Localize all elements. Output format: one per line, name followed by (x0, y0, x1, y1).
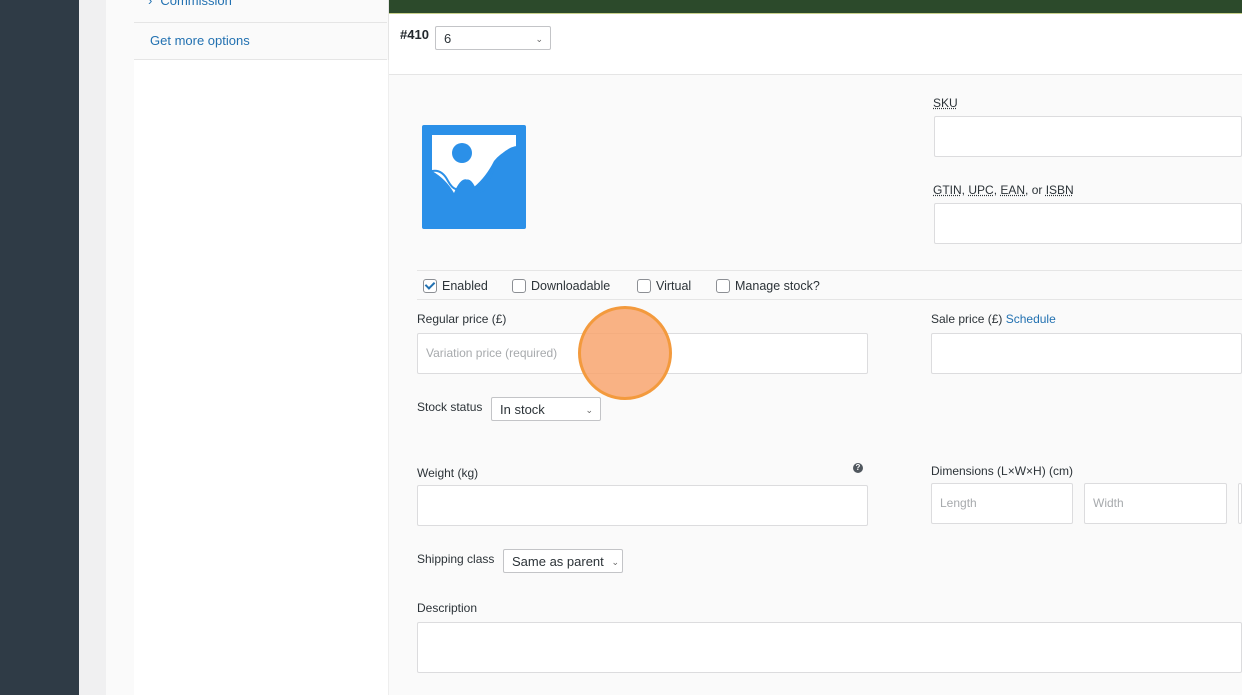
schedule-link[interactable]: Schedule (1006, 312, 1056, 326)
gtin-input[interactable] (934, 203, 1242, 244)
click-highlight (578, 306, 672, 400)
landscape-icon (431, 143, 517, 219)
checkbox-checked-icon (423, 279, 437, 293)
variation-id: #410 (400, 27, 429, 42)
help-tip-icon[interactable]: ? (853, 463, 863, 473)
height-input[interactable] (1238, 483, 1242, 524)
downloadable-checkbox[interactable]: Downloadable (512, 279, 610, 293)
get-more-options-link[interactable]: Get more options (150, 33, 250, 48)
checkbox-icon (512, 279, 526, 293)
shipping-class-label: Shipping class (417, 552, 495, 566)
enabled-checkbox[interactable]: Enabled (423, 279, 488, 293)
panel-top-border (389, 0, 1242, 13)
options-divider (417, 270, 1242, 271)
regular-price-label: Regular price (£) (417, 312, 507, 326)
tab-commission[interactable]: › Commission (148, 0, 232, 8)
tab-divider (134, 22, 387, 23)
chevron-down-icon: ⌄ (585, 405, 593, 415)
checkbox-icon (637, 279, 651, 293)
virtual-checkbox[interactable]: Virtual (637, 279, 691, 293)
admin-menu-bar (0, 0, 79, 695)
description-textarea[interactable] (417, 622, 1242, 673)
shipping-class-select[interactable]: Same as parent ⌄ (503, 549, 623, 573)
length-placeholder: Length (940, 496, 977, 510)
regular-price-placeholder: Variation price (required) (426, 346, 558, 360)
image-placeholder-icon (431, 135, 517, 219)
width-input[interactable]: Width (1084, 483, 1227, 524)
variation-attribute-select[interactable]: 6 ⌄ (435, 26, 551, 50)
length-input[interactable]: Length (931, 483, 1073, 524)
options-divider (417, 299, 1242, 300)
variation-image-upload[interactable] (422, 125, 526, 229)
weight-label: Weight (kg) (417, 466, 479, 480)
manage-stock-checkbox[interactable]: Manage stock? (716, 279, 820, 293)
sale-price-label: Sale price (£) Schedule (931, 312, 1056, 326)
sku-label: SKU (933, 96, 958, 110)
stock-status-select[interactable]: In stock ⌄ (491, 397, 601, 421)
gtin-label: GTIN, UPC, EAN, or ISBN (933, 183, 1074, 197)
weight-input[interactable] (417, 485, 868, 526)
description-label: Description (417, 601, 478, 615)
sale-price-input[interactable] (931, 333, 1242, 374)
chevron-icon: › (148, 0, 153, 8)
chevron-down-icon: ⌄ (611, 557, 619, 567)
chevron-down-icon: ⌄ (535, 34, 543, 44)
dimensions-label: Dimensions (L×W×H) (cm) (931, 464, 1074, 478)
width-placeholder: Width (1093, 496, 1124, 510)
stock-status-label: Stock status (417, 400, 483, 414)
sidebar-empty-area (134, 60, 389, 695)
page-gutter (79, 0, 106, 695)
sku-input[interactable] (934, 116, 1242, 157)
checkbox-icon (716, 279, 730, 293)
